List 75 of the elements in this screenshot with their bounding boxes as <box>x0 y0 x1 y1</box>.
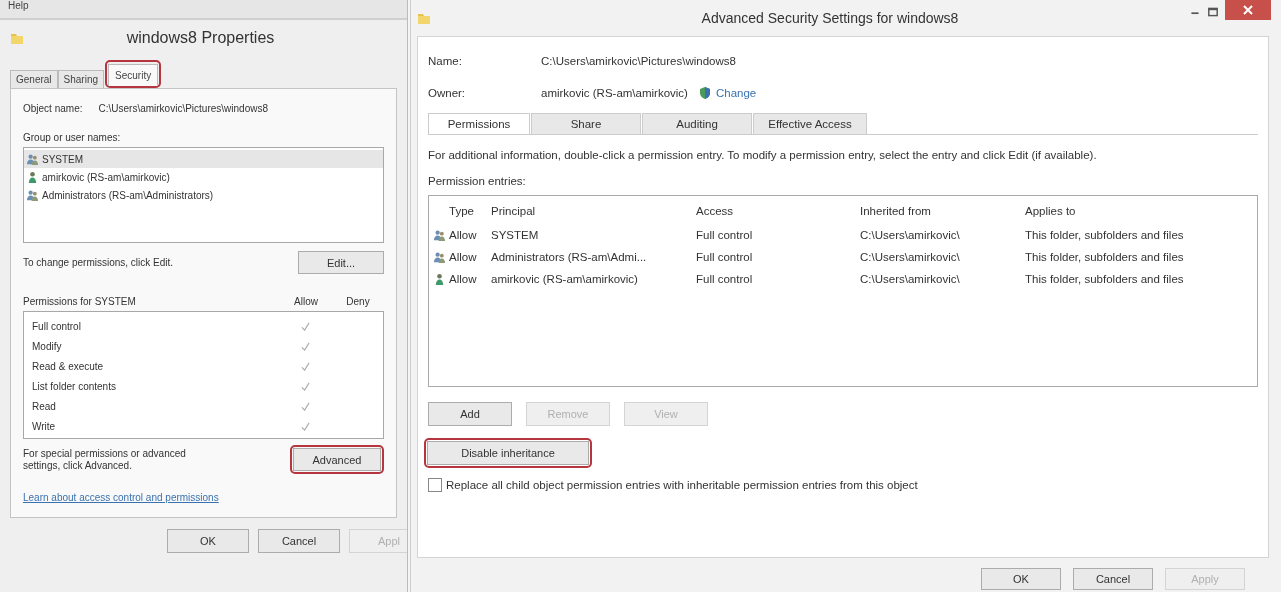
table-cell-text: Full control <box>696 251 754 263</box>
table-cell-text: Allow <box>449 251 478 263</box>
permissions-label: Permissions for SYSTEM <box>23 296 137 307</box>
table-cell-text: Full control <box>696 273 754 285</box>
user-icon <box>26 170 39 184</box>
object-name-label: Object name: <box>23 103 83 114</box>
table-cell-text: Allow <box>449 273 478 285</box>
table-cell-text: This folder, subfolders and files <box>1025 273 1185 285</box>
table-cell-text: amirkovic (RS-am\amirkovic) <box>491 273 639 285</box>
table-cell-text: Allow <box>449 229 478 241</box>
table-cell-text: C:\Users\amirkovic\ <box>860 273 961 285</box>
dialog-button[interactable]: Cancel <box>1073 568 1153 590</box>
dialog-button[interactable]: Cancel <box>258 529 340 553</box>
tab[interactable]: Permissions <box>428 113 530 134</box>
column-header[interactable]: Access <box>696 205 860 217</box>
shield-icon <box>697 86 712 100</box>
change-hint: To change permissions, click Edit. <box>23 257 174 268</box>
group-item[interactable]: SYSTEM <box>24 150 383 168</box>
edit-button[interactable]: Edit... <box>298 251 384 274</box>
permission-name: Modify <box>32 340 63 352</box>
column-header[interactable]: Inherited from <box>860 205 1025 217</box>
checkbox[interactable] <box>428 478 442 492</box>
dialog-button[interactable]: OK <box>167 529 249 553</box>
advanced-hint: For special permissions or advanced settings, click Advanced. <box>23 447 187 472</box>
dialog-button[interactable]: OK <box>981 568 1061 590</box>
column-header[interactable]: Applies to <box>1025 205 1235 217</box>
users-icon <box>26 188 39 202</box>
group-label: Group or user names: <box>23 132 122 143</box>
folder-icon <box>10 31 24 45</box>
tab[interactable]: Auditing <box>642 113 752 134</box>
learn-link[interactable]: Learn about access control and permissions <box>23 492 384 503</box>
table-cell-text: Full control <box>696 229 754 241</box>
users-icon <box>432 228 446 242</box>
column-header[interactable]: Principal <box>491 205 696 217</box>
users-icon <box>432 250 446 264</box>
table-cell-text: SYSTEM <box>491 229 540 241</box>
group-item[interactable]: Administrators (RS-am\Administrators) <box>24 186 383 204</box>
tab[interactable]: General <box>10 70 58 88</box>
close-icon[interactable] <box>1225 0 1271 20</box>
permission-name: Write <box>32 420 57 432</box>
maximize-icon[interactable] <box>1207 6 1219 18</box>
help-menu[interactable]: Help <box>8 0 29 12</box>
table-cell-text: Administrators (RS-am\Admi... <box>491 251 648 263</box>
info-text: For additional information, double-click a permission entry. To modify a permission entry, select the entry and click Edit (if available). <box>428 149 1098 161</box>
permission-name: Read <box>32 400 57 412</box>
tab[interactable]: Effective Access <box>753 113 867 134</box>
advanced-button[interactable]: Advanced <box>293 448 381 471</box>
table-cell-text: C:\Users\amirkovic\ <box>860 251 961 263</box>
name-label: Name: <box>428 55 463 67</box>
table-cell-text: This folder, subfolders and files <box>1025 251 1185 263</box>
column-header[interactable]: Type <box>449 205 491 217</box>
table-cell-text: C:\Users\amirkovic\ <box>860 229 961 241</box>
tab[interactable]: Share <box>531 113 641 134</box>
permission-name: Full control <box>32 320 82 332</box>
disable-inheritance-button[interactable]: Disable inheritance <box>427 441 589 465</box>
permission-name: List folder contents <box>32 380 117 392</box>
action-button[interactable]: Add <box>428 402 512 426</box>
users-icon <box>26 152 39 166</box>
name-value: C:\Users\amirkovic\Pictures\windows8 <box>541 55 736 67</box>
entries-label: Permission entries: <box>428 175 527 187</box>
folder-icon <box>417 11 431 25</box>
column-header: Deny <box>345 296 371 307</box>
change-link[interactable]: Change <box>715 87 757 99</box>
owner-label: Owner: <box>428 87 467 99</box>
column-header: Allow <box>293 296 319 307</box>
window-title: windows8 Properties <box>125 29 276 47</box>
permission-name: Read & execute <box>32 360 105 372</box>
group-item[interactable]: amirkovic (RS-am\amirkovic) <box>24 168 383 186</box>
table-cell-text: This folder, subfolders and files <box>1025 229 1185 241</box>
tab[interactable]: Security <box>108 64 159 86</box>
checkbox-label: Replace all child object permission entries with inheritable permission entries from this object <box>446 479 918 491</box>
object-name-value: C:\Users\amirkovic\Pictures\windows8 <box>98 103 268 114</box>
window-title: Advanced Security Settings for windows8 <box>700 10 960 26</box>
owner-value: amirkovic (RS-am\amirkovic) <box>541 87 688 99</box>
tab[interactable]: Sharing <box>57 70 105 88</box>
